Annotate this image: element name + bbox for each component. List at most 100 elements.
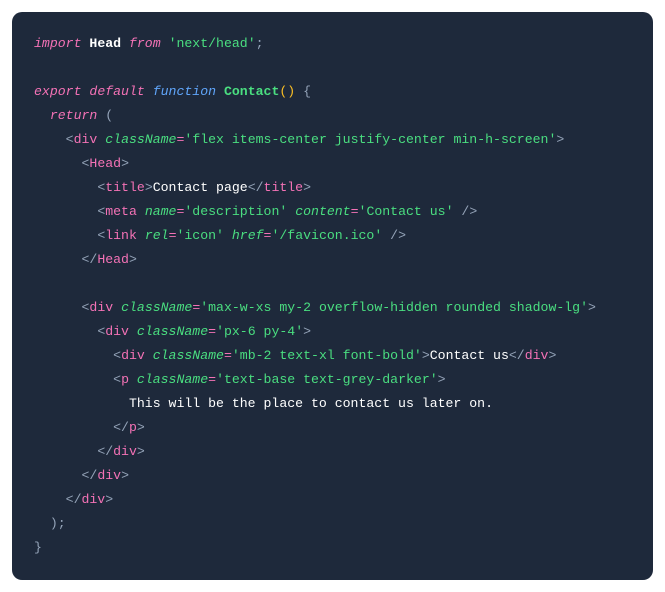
- code-line: <div className='px-6 py-4'>: [34, 324, 311, 339]
- tag-title: title: [264, 180, 304, 195]
- eq: =: [351, 204, 359, 219]
- code-line: }: [34, 540, 42, 555]
- attr-href: href: [232, 228, 264, 243]
- code-line: </p>: [34, 420, 145, 435]
- str-class: 'flex items-center justify-center min-h-…: [184, 132, 556, 147]
- tag-close: >: [137, 420, 145, 435]
- tag-div: div: [74, 132, 98, 147]
- tag-close: >: [303, 180, 311, 195]
- tag-open: </: [81, 468, 97, 483]
- tag-close: >: [145, 180, 153, 195]
- tag-div: div: [105, 324, 129, 339]
- tag-div: div: [121, 348, 145, 363]
- brace-open: {: [295, 84, 311, 99]
- code-line: <title>Contact page</title>: [34, 180, 311, 195]
- tag-open: <: [66, 132, 74, 147]
- tag-close: >: [121, 156, 129, 171]
- str-contact: 'Contact us': [359, 204, 454, 219]
- code-line: </Head>: [34, 252, 137, 267]
- tag-close: >: [303, 324, 311, 339]
- tag-open: <: [113, 348, 121, 363]
- tag-div: div: [113, 444, 137, 459]
- paren-open: (: [97, 108, 113, 123]
- attr-content: content: [295, 204, 350, 219]
- tag-open: </: [113, 420, 129, 435]
- code-line: <link rel='icon' href='/favicon.ico' />: [34, 228, 406, 243]
- str-class: 'max-w-xs my-2 overflow-hidden rounded s…: [200, 300, 588, 315]
- str-desc: 'description': [184, 204, 287, 219]
- tag-close: >: [129, 252, 137, 267]
- code-line: export default function Contact() {: [34, 84, 311, 99]
- tag-selfclose: />: [382, 228, 406, 243]
- kw-export: export: [34, 84, 81, 99]
- tag-open: </: [248, 180, 264, 195]
- tag-meta: meta: [105, 204, 137, 219]
- tag-close: >: [105, 492, 113, 507]
- tag-div: div: [525, 348, 549, 363]
- tag-close: >: [548, 348, 556, 363]
- str-icon: 'icon': [176, 228, 223, 243]
- attr-classname: className: [137, 372, 208, 387]
- tag-close: >: [588, 300, 596, 315]
- tag-head: Head: [89, 156, 121, 171]
- paren-close: );: [50, 516, 66, 531]
- code-line: );: [34, 516, 66, 531]
- tag-div: div: [97, 468, 121, 483]
- attr-classname: className: [137, 324, 208, 339]
- str-class: 'text-base text-grey-darker': [216, 372, 438, 387]
- str-favicon: '/favicon.ico': [271, 228, 382, 243]
- text-contactus: Contact us: [430, 348, 509, 363]
- brace-close: }: [34, 540, 42, 555]
- tag-open: </: [66, 492, 82, 507]
- eq: =: [208, 324, 216, 339]
- kw-function: function: [153, 84, 216, 99]
- code-block: import Head from 'next/head'; export def…: [12, 12, 653, 580]
- kw-return: return: [50, 108, 97, 123]
- tag-open: </: [97, 444, 113, 459]
- tag-close: >: [438, 372, 446, 387]
- code-line: </div>: [34, 444, 145, 459]
- str-class: 'px-6 py-4': [216, 324, 303, 339]
- eq: =: [224, 348, 232, 363]
- code-line: </div>: [34, 468, 129, 483]
- attr-classname: className: [121, 300, 192, 315]
- code-line: <div className='flex items-center justif…: [34, 132, 564, 147]
- code-line: <Head>: [34, 156, 129, 171]
- tag-close: >: [556, 132, 564, 147]
- code-line: <p className='text-base text-grey-darker…: [34, 372, 446, 387]
- tag-open: </: [509, 348, 525, 363]
- code-line: </div>: [34, 492, 113, 507]
- str-class: 'mb-2 text-xl font-bold': [232, 348, 422, 363]
- semi: ;: [256, 36, 264, 51]
- tag-close: >: [137, 444, 145, 459]
- eq: =: [208, 372, 216, 387]
- attr-name: name: [145, 204, 177, 219]
- code-line: This will be the place to contact us lat…: [34, 396, 493, 411]
- str-module: 'next/head': [169, 36, 256, 51]
- text-title: Contact page: [153, 180, 248, 195]
- tag-close: >: [121, 468, 129, 483]
- fn-name: Contact: [224, 84, 279, 99]
- tag-title: title: [105, 180, 145, 195]
- fn-parens: (): [279, 84, 295, 99]
- attr-classname: className: [153, 348, 224, 363]
- tag-p: p: [129, 420, 137, 435]
- ident-head: Head: [89, 36, 121, 51]
- tag-p: p: [121, 372, 129, 387]
- tag-open: </: [81, 252, 97, 267]
- tag-div: div: [89, 300, 113, 315]
- tag-div: div: [81, 492, 105, 507]
- attr-rel: rel: [145, 228, 169, 243]
- tag-selfclose: />: [454, 204, 478, 219]
- tag-head: Head: [97, 252, 129, 267]
- text-body: This will be the place to contact us lat…: [129, 396, 493, 411]
- code-line: import Head from 'next/head';: [34, 36, 264, 51]
- code-line: <meta name='description' content='Contac…: [34, 204, 477, 219]
- code-line: <div className='max-w-xs my-2 overflow-h…: [34, 300, 596, 315]
- kw-from: from: [129, 36, 161, 51]
- kw-default: default: [89, 84, 144, 99]
- tag-link: link: [105, 228, 137, 243]
- tag-open: <: [113, 372, 121, 387]
- code-line: return (: [34, 108, 113, 123]
- tag-close: >: [422, 348, 430, 363]
